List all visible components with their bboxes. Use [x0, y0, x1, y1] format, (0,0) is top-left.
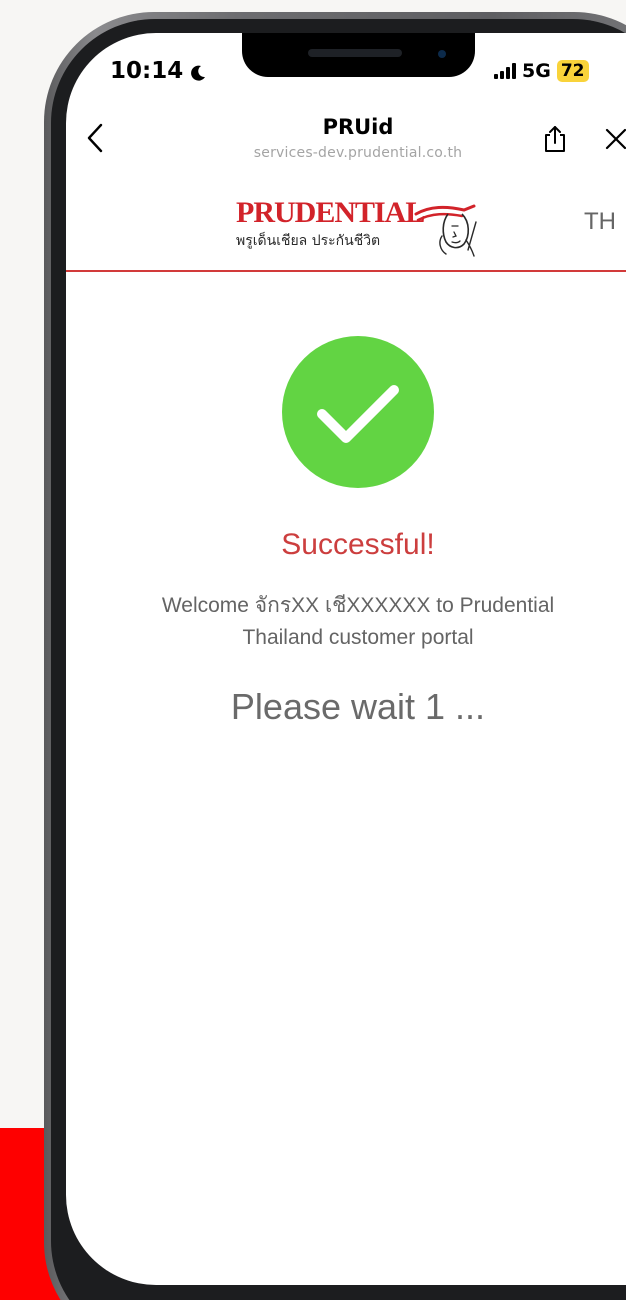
- network-label: 5G: [522, 60, 551, 82]
- speaker-grille: [308, 49, 402, 57]
- checkmark-icon: [317, 385, 399, 443]
- wait-countdown: Please wait 1 ...: [230, 686, 486, 727]
- prudence-emblem-icon: [414, 204, 477, 257]
- status-time: 10:14: [110, 58, 207, 84]
- share-icon[interactable]: [542, 124, 568, 154]
- success-title: Successful!: [281, 528, 435, 561]
- canvas: 10:14 5G 72 PRUid services-dev.prudentia…: [0, 0, 626, 1300]
- status-time-label: 10:14: [110, 58, 184, 84]
- status-indicators: 5G 72: [494, 60, 589, 82]
- logo-thai-tagline: พรูเด็นเชียล ประกันชีวิต: [236, 233, 381, 249]
- page-url: services-dev.prudential.co.th: [253, 145, 463, 161]
- header-divider: [66, 270, 626, 272]
- back-icon[interactable]: [84, 122, 106, 154]
- battery-badge: 72: [556, 60, 589, 82]
- front-camera: [438, 50, 446, 58]
- close-icon[interactable]: [603, 126, 626, 152]
- page-title: PRUid: [322, 115, 394, 139]
- welcome-line-1: Welcome จักรXX เชีXXXXXX to Prudential: [161, 594, 555, 617]
- signal-icon: [494, 63, 516, 79]
- logo-wordmark: PRUDENTIAL: [236, 196, 425, 229]
- prudential-logo[interactable]: PRUDENTIAL พรูเด็นเชียล ประกันชีวิต: [236, 196, 486, 260]
- moon-icon: [189, 62, 207, 81]
- welcome-line-2: Thailand customer portal: [242, 626, 474, 649]
- language-switch[interactable]: TH: [584, 208, 616, 236]
- success-badge: [282, 336, 434, 488]
- welcome-message: Welcome จักรXX เชีXXXXXX to Prudential T…: [118, 590, 598, 654]
- phone-notch: [242, 33, 475, 77]
